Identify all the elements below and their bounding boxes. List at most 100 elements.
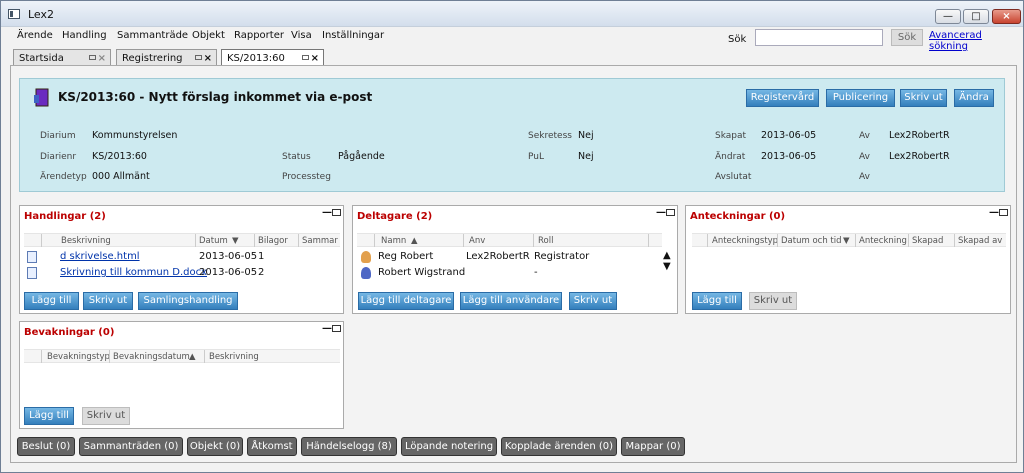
table-header: Namn ▲ Anv Roll [357, 233, 662, 247]
handlingar-panel: Handlingar (2) — Beskrivning Datum ▼ Bil… [19, 205, 344, 314]
case-header: KS/2013:60 - Nytt förslag inkommet via e… [19, 78, 1005, 192]
maximize-icon[interactable] [666, 209, 675, 216]
user-icon [361, 267, 371, 279]
column-header[interactable]: Datum och tid [781, 236, 842, 246]
column-header[interactable]: Beskrivning [61, 236, 111, 246]
tab-sammantraden[interactable]: Sammanträden (0) [79, 437, 183, 456]
document-link[interactable]: d skrivelse.html [60, 251, 140, 262]
add-user-button[interactable]: Lägg till användare [460, 292, 562, 310]
document-link[interactable]: Skrivning till kommun D.docx [60, 267, 207, 278]
menu-handling[interactable]: Handling [62, 30, 107, 41]
pin-icon[interactable] [89, 55, 96, 60]
menu-objekt[interactable]: Objekt [192, 30, 225, 41]
maximize-icon[interactable] [332, 325, 341, 332]
column-header[interactable]: Anv [469, 236, 485, 246]
samlingshandling-button[interactable]: Samlingshandling [138, 292, 238, 310]
diarienr-value: KS/2013:60 [92, 151, 147, 162]
print-button[interactable]: Skriv ut [900, 89, 947, 107]
search-input[interactable] [755, 29, 883, 46]
processteg-label: Processteg [282, 172, 331, 182]
document-icon [27, 251, 37, 263]
menu-visa[interactable]: Visa [291, 30, 312, 41]
column-header[interactable]: Bilagor [258, 236, 288, 246]
tab-registrering[interactable]: Registrering × [116, 49, 217, 66]
print-participants-button[interactable]: Skriv ut [569, 292, 617, 310]
column-header[interactable]: Skapad av [958, 236, 1002, 246]
column-header[interactable]: Namn [381, 236, 406, 246]
close-button[interactable]: × [992, 9, 1021, 24]
column-header[interactable]: Roll [538, 236, 553, 246]
column-header[interactable]: Datum [199, 236, 228, 246]
participant-name: Reg Robert [378, 251, 434, 262]
search-label: Sök [728, 34, 747, 45]
bevakningar-panel: Bevakningar (0) — Bevakningstyp Bevaknin… [19, 321, 344, 429]
edit-button[interactable]: Ändra [954, 89, 994, 107]
diarium-label: Diarium [40, 131, 76, 141]
add-note-button[interactable]: Lägg till [692, 292, 742, 310]
panel-title: Bevakningar (0) [24, 327, 115, 338]
column-header[interactable]: Beskrivning [209, 352, 259, 362]
menu-installningar[interactable]: Inställningar [322, 30, 384, 41]
column-header[interactable]: Bevakningsdatum [113, 352, 190, 362]
deltagare-panel: Deltagare (2) — Namn ▲ Anv Roll Reg Robe… [352, 205, 678, 314]
andrat-value: 2013-06-05 [761, 151, 817, 162]
column-header[interactable]: Sammar [302, 236, 338, 246]
add-document-button[interactable]: Lägg till [24, 292, 79, 310]
minimize-icon[interactable]: — [989, 207, 999, 218]
minimize-button[interactable]: — [935, 9, 961, 24]
tab-startsida[interactable]: Startsida × [13, 49, 111, 66]
document-attachments: 1 [258, 251, 265, 262]
scrollbar[interactable]: ▲ ▼ [663, 250, 671, 282]
print-notes-button[interactable]: Skriv ut [749, 292, 797, 310]
sort-asc-icon: ▲ [189, 352, 196, 362]
column-header[interactable]: Anteckningstyp [712, 236, 778, 246]
pin-icon[interactable] [195, 55, 202, 60]
maximize-icon[interactable] [332, 209, 341, 216]
av-label: Av [859, 131, 870, 141]
maximize-icon[interactable] [999, 209, 1008, 216]
minimize-icon[interactable]: — [322, 323, 332, 334]
arendetyp-label: Ärendetyp [40, 172, 87, 182]
publicering-button[interactable]: Publicering [826, 89, 895, 107]
status-label: Status [282, 152, 311, 162]
tab-mappar[interactable]: Mappar (0) [621, 437, 685, 456]
sekretess-value: Nej [578, 130, 594, 141]
tab-lopande-notering[interactable]: Löpande notering [401, 437, 497, 456]
sekretess-label: Sekretess [528, 131, 572, 141]
pul-label: PuL [528, 152, 544, 162]
document-date: 2013-06-05 [199, 251, 258, 262]
print-documents-button[interactable]: Skriv ut [83, 292, 133, 310]
tab-objekt[interactable]: Objekt (0) [187, 437, 243, 456]
search-button[interactable]: Sök [891, 29, 923, 46]
column-header[interactable]: Skapad [912, 236, 943, 246]
tab-handelselogg[interactable]: Händelselogg (8) [301, 437, 397, 456]
print-watches-button[interactable]: Skriv ut [82, 407, 130, 425]
column-header[interactable]: Bevakningstyp [47, 352, 110, 362]
pin-icon[interactable] [302, 55, 309, 60]
tab-kopplade-arenden[interactable]: Kopplade ärenden (0) [501, 437, 617, 456]
menu-sammantrade[interactable]: Sammanträde [117, 30, 188, 41]
minimize-icon[interactable]: — [656, 207, 666, 218]
menu-arende[interactable]: Ärende [17, 30, 53, 41]
sort-desc-icon: ▼ [232, 236, 239, 246]
av-label: Av [859, 172, 870, 182]
column-header[interactable]: Anteckning [859, 236, 907, 246]
registervard-button[interactable]: Registervård [746, 89, 819, 107]
created-by-value: Lex2RobertR [889, 130, 950, 141]
table-header: Anteckningstyp Datum och tid ▼ Antecknin… [692, 233, 1006, 247]
advanced-search-link[interactable]: Avancerad sökning [929, 30, 1023, 52]
tab-atkomst[interactable]: Åtkomst [247, 437, 297, 456]
pul-value: Nej [578, 151, 594, 162]
document-date: 2013-06-05 [199, 267, 258, 278]
minimize-icon[interactable]: — [322, 207, 332, 218]
avslutat-label: Avslutat [715, 172, 752, 182]
arendetyp-value: 000 Allmänt [92, 171, 150, 182]
add-participant-button[interactable]: Lägg till deltagare [358, 292, 454, 310]
participant-role: Registrator [534, 251, 590, 262]
add-watch-button[interactable]: Lägg till [24, 407, 74, 425]
tab-beslut[interactable]: Beslut (0) [17, 437, 75, 456]
menu-rapporter[interactable]: Rapporter [234, 30, 284, 41]
skapat-label: Skapat [715, 131, 747, 141]
maximize-button[interactable]: □ [963, 9, 989, 24]
title-bar: Lex2 — □ × [1, 1, 1023, 27]
